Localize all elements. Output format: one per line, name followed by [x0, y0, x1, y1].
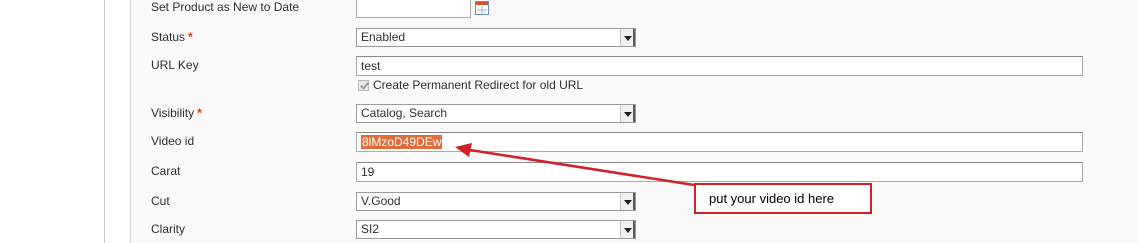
- annotation-arrow: [455, 143, 695, 187]
- annotation-callout: put your video id here: [694, 183, 872, 214]
